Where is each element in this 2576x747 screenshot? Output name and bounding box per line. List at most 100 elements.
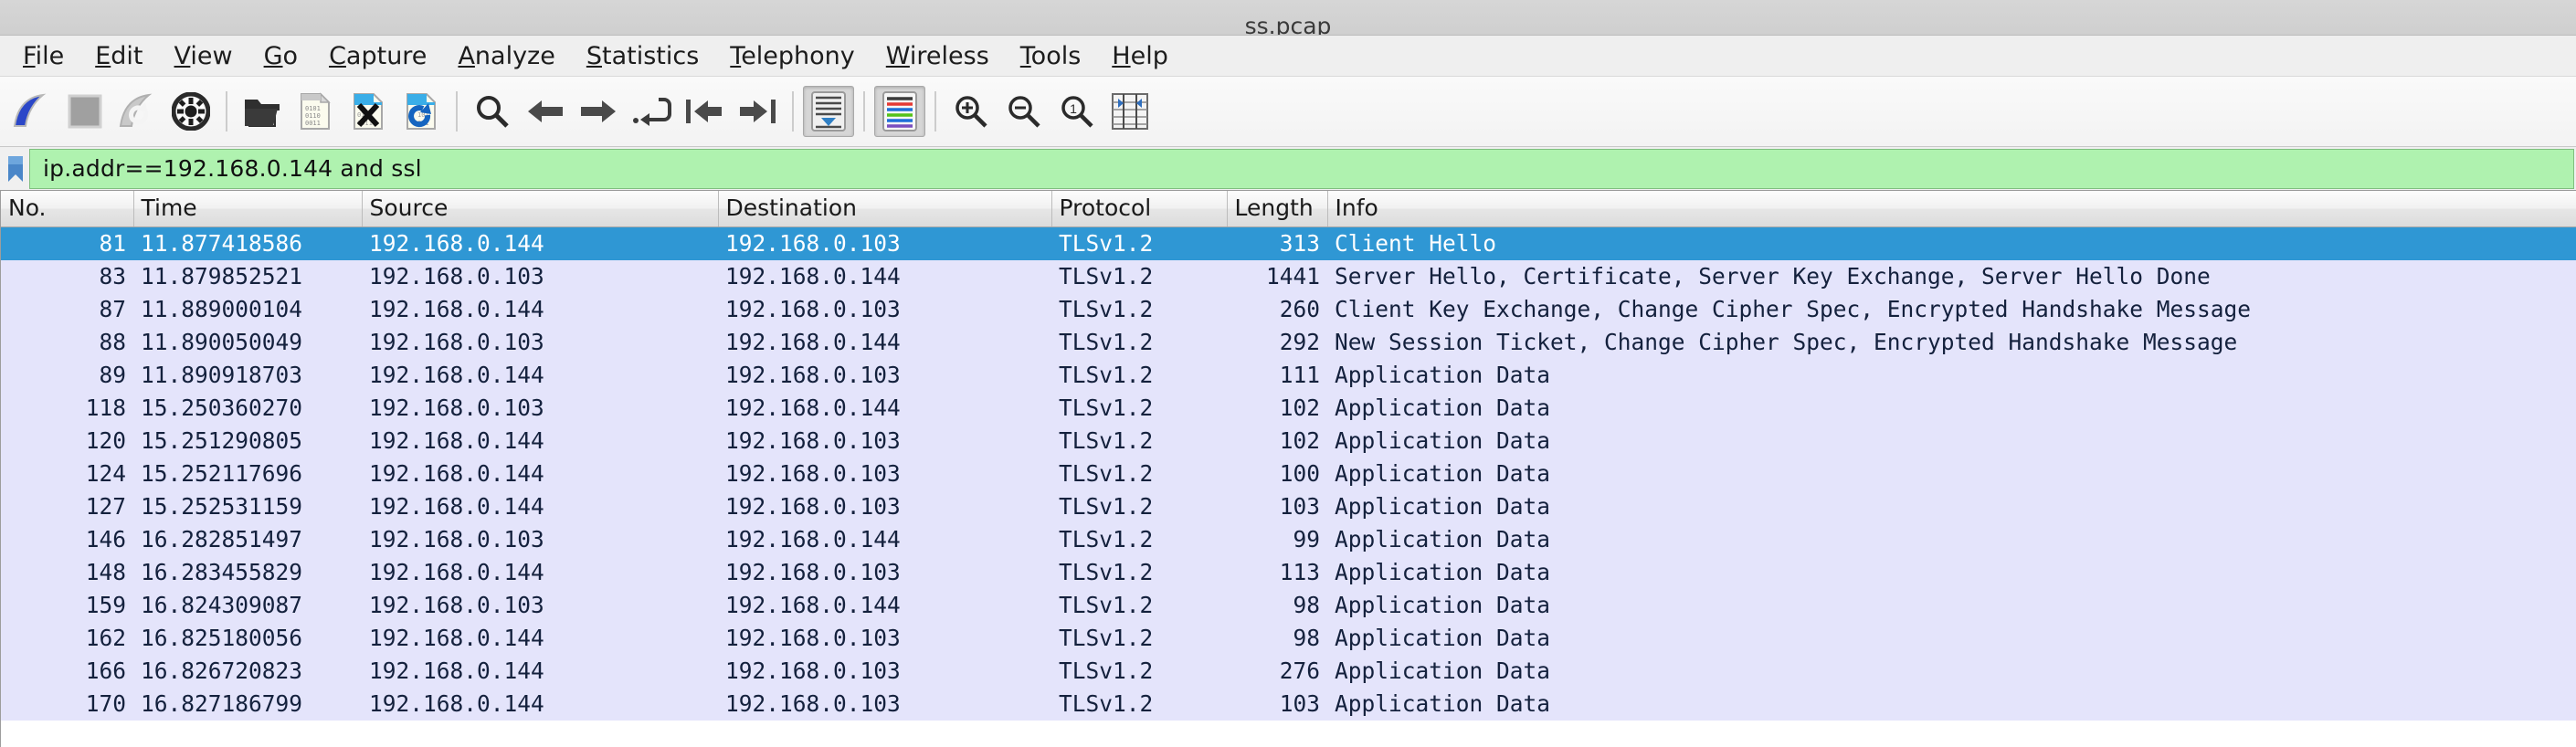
packet-cell-destination: 192.168.0.103 (725, 625, 901, 651)
packet-cell-protocol: TLSv1.2 (1059, 362, 1154, 388)
go-to-packet-icon[interactable] (626, 86, 677, 137)
packet-cell-length: 111 (1279, 362, 1320, 388)
packet-cell-destination: 192.168.0.144 (725, 395, 901, 421)
packet-row[interactable]: 83 11.879852521 192.168.0.103 192.168.0.144… (1, 260, 2576, 293)
column-header-time[interactable]: Time (133, 191, 363, 227)
close-file-icon[interactable]: 01010011 (343, 86, 394, 137)
filter-bookmark-icon[interactable] (2, 149, 29, 189)
packet-cell-destination: 192.168.0.103 (725, 427, 901, 454)
packet-cell-destination: 192.168.0.103 (725, 493, 901, 520)
packet-cell-length: 113 (1279, 559, 1320, 585)
packet-cell-info: Client Hello (1335, 230, 1497, 257)
packet-cell-source: 192.168.0.103 (369, 263, 544, 289)
packet-cell-protocol: TLSv1.2 (1059, 625, 1154, 651)
packet-row[interactable]: 81 11.877418586 192.168.0.144 192.168.0.103… (1, 226, 2576, 260)
packet-cell-destination: 192.168.0.103 (725, 460, 901, 487)
save-file-icon[interactable]: 0101 0110 0011 (290, 86, 341, 137)
packet-cell-no: 127 (85, 493, 126, 520)
packet-cell-no: 170 (85, 690, 126, 717)
packet-cell-source: 192.168.0.144 (369, 296, 544, 322)
packet-cell-no: 146 (85, 526, 126, 552)
svg-text:1: 1 (1070, 101, 1077, 116)
packet-row[interactable]: 118 15.250360270 192.168.0.103 192.168.0.14… (1, 392, 2576, 425)
capture-options-gear-icon[interactable] (165, 86, 216, 137)
resize-columns-icon[interactable] (1104, 86, 1156, 137)
packet-row[interactable]: 127 15.252531159 192.168.0.144 192.168.0.10… (1, 490, 2576, 523)
toolbar-separator (226, 91, 227, 132)
packet-cell-info: Application Data (1335, 395, 1551, 421)
menu-item-analyze[interactable]: Analyze (442, 42, 570, 70)
open-file-icon[interactable] (237, 86, 288, 137)
packet-cell-length: 99 (1293, 526, 1320, 552)
packet-row[interactable]: 146 16.282851497 192.168.0.103 192.168.0.14… (1, 523, 2576, 556)
packet-cell-no: 81 (99, 230, 126, 257)
packet-list-table: No. Time Source Destination Protocol Length In… (1, 191, 2576, 721)
menu-item-go[interactable]: Go (248, 42, 313, 70)
column-header-info[interactable]: Info (1327, 191, 2576, 227)
menu-item-view[interactable]: View (159, 42, 248, 70)
packet-row[interactable]: 148 16.283455829 192.168.0.144 192.168.0.10… (1, 556, 2576, 589)
menu-item-tools[interactable]: Tools (1005, 42, 1097, 70)
packet-list-pane[interactable]: No. Time Source Destination Protocol Length In… (0, 191, 2576, 747)
go-forward-icon[interactable] (573, 86, 624, 137)
svg-text:0011: 0011 (305, 120, 321, 127)
zoom-in-icon[interactable] (945, 86, 997, 137)
colorize-packets-icon[interactable] (874, 86, 925, 137)
go-back-icon[interactable] (520, 86, 571, 137)
go-to-last-packet-icon[interactable] (732, 86, 783, 137)
toolbar-separator (792, 91, 794, 132)
menu-item-file[interactable]: File (7, 42, 79, 70)
window-title: ss.pcap (1244, 13, 1332, 35)
packet-cell-no: 87 (99, 296, 126, 322)
go-to-first-packet-icon[interactable] (679, 86, 730, 137)
reload-file-icon[interactable]: 101 011 (396, 86, 447, 137)
stop-capture-icon[interactable] (59, 86, 111, 137)
packet-cell-length: 98 (1293, 625, 1320, 651)
column-header-protocol[interactable]: Protocol (1051, 191, 1228, 227)
packet-row[interactable]: 89 11.890918703 192.168.0.144 192.168.0.103… (1, 359, 2576, 392)
packet-cell-info: Application Data (1335, 427, 1551, 454)
menu-item-capture[interactable]: Capture (313, 42, 442, 70)
menu-item-help[interactable]: Help (1096, 42, 1184, 70)
packet-row[interactable]: 159 16.824309087 192.168.0.103 192.168.0.14… (1, 589, 2576, 622)
menu-item-edit[interactable]: Edit (79, 42, 158, 70)
packet-row[interactable]: 88 11.890050049 192.168.0.103 192.168.0.144… (1, 326, 2576, 359)
column-header-source[interactable]: Source (362, 191, 719, 227)
column-header-destination[interactable]: Destination (718, 191, 1052, 227)
menu-item-telephony[interactable]: Telephony (714, 42, 871, 70)
packet-cell-time: 15.250360270 (141, 395, 303, 421)
zoom-reset-icon[interactable]: 1 (1051, 86, 1103, 137)
packet-row[interactable]: 87 11.889000104 192.168.0.144 192.168.0.103… (1, 293, 2576, 326)
packet-cell-no: 166 (85, 658, 126, 684)
packet-cell-info: Application Data (1335, 592, 1551, 618)
wireshark-window: ss.pcap File Edit View Go Capture Analyze Stat… (0, 0, 2576, 747)
auto-scroll-icon[interactable] (803, 86, 854, 137)
packet-row[interactable]: 162 16.825180056 192.168.0.144 192.168.0.10… (1, 622, 2576, 655)
packet-row[interactable]: 170 16.827186799 192.168.0.144 192.168.0.10… (1, 688, 2576, 721)
packet-cell-length: 292 (1279, 329, 1320, 355)
find-packet-icon[interactable] (467, 86, 518, 137)
packet-cell-info: Client Key Exchange, Change Cipher Spec,… (1335, 296, 2252, 322)
menu-item-statistics[interactable]: Statistics (571, 42, 714, 70)
packet-cell-time: 11.890050049 (141, 329, 303, 355)
zoom-out-icon[interactable] (998, 86, 1050, 137)
packet-row[interactable]: 166 16.826720823 192.168.0.144 192.168.0.10… (1, 655, 2576, 688)
packet-cell-destination: 192.168.0.103 (725, 296, 901, 322)
start-capture-icon[interactable] (6, 86, 58, 137)
menu-item-wireless[interactable]: Wireless (871, 42, 1005, 70)
packet-cell-no: 120 (85, 427, 126, 454)
packet-cell-protocol: TLSv1.2 (1059, 329, 1154, 355)
packet-row[interactable]: 120 15.251290805 192.168.0.144 192.168.0.10… (1, 425, 2576, 458)
column-header-no[interactable]: No. (1, 191, 134, 227)
display-filter-input[interactable]: ip.addr==192.168.0.144 and ssl (29, 148, 2574, 189)
packet-cell-source: 192.168.0.144 (369, 493, 544, 520)
restart-capture-icon[interactable] (112, 86, 164, 137)
packet-cell-time: 15.252117696 (141, 460, 303, 487)
packet-row[interactable]: 124 15.252117696 192.168.0.144 192.168.0.10… (1, 458, 2576, 490)
packet-cell-no: 89 (99, 362, 126, 388)
packet-cell-destination: 192.168.0.144 (725, 263, 901, 289)
packet-cell-destination: 192.168.0.103 (725, 362, 901, 388)
packet-cell-protocol: TLSv1.2 (1059, 658, 1154, 684)
packet-cell-info: Application Data (1335, 658, 1551, 684)
column-header-length[interactable]: Length (1227, 191, 1328, 227)
